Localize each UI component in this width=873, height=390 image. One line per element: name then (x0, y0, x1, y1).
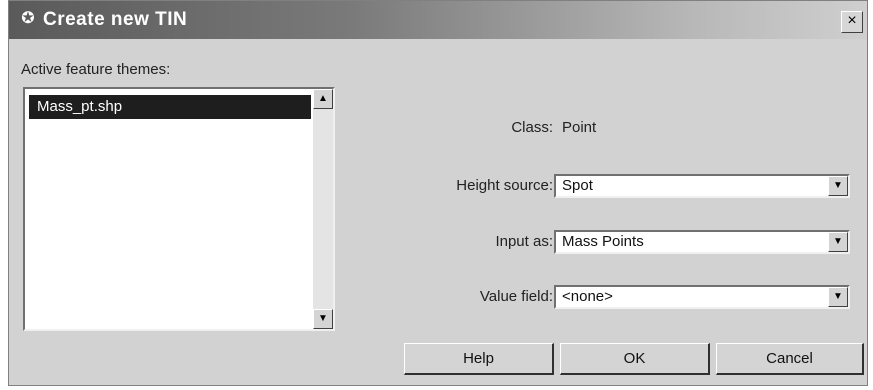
height-source-value: Spot (562, 177, 593, 194)
input-as-label: Input as: (495, 233, 553, 250)
class-value: Point (562, 119, 597, 136)
dialog-title: Create new TIN (43, 9, 188, 30)
height-source-label: Height source: (456, 177, 553, 194)
list-item[interactable]: Mass_pt.shp (29, 95, 311, 119)
cancel-button[interactable]: Cancel (716, 343, 864, 375)
listbox-scrollbar[interactable]: ▲ ▼ (313, 89, 333, 329)
input-as-select[interactable]: Mass Points ▼ (554, 230, 850, 254)
class-label: Class: (511, 119, 553, 136)
chevron-down-icon: ▼ (833, 236, 843, 247)
chevron-down-icon: ▼ (833, 291, 843, 302)
close-icon: × (847, 12, 857, 29)
height-source-select[interactable]: Spot ▼ (554, 174, 850, 198)
create-tin-dialog: ✪ Create new TIN × Active feature themes… (8, 0, 868, 386)
value-field-label: Value field: (479, 288, 553, 305)
close-button[interactable]: × (841, 11, 863, 33)
active-themes-label: Active feature themes: (21, 61, 171, 78)
value-field-select[interactable]: <none> ▼ (554, 285, 850, 309)
scroll-down-button[interactable]: ▼ (313, 309, 333, 329)
value-field-value: <none> (562, 288, 613, 305)
value-field-dropdown-button[interactable]: ▼ (828, 287, 848, 307)
scroll-up-button[interactable]: ▲ (313, 89, 333, 109)
input-as-dropdown-button[interactable]: ▼ (828, 232, 848, 252)
themes-listbox[interactable]: Mass_pt.shp ▲ ▼ (23, 87, 335, 331)
help-button[interactable]: Help (404, 343, 554, 375)
arrow-up-icon: ▲ (318, 93, 328, 104)
height-source-dropdown-button[interactable]: ▼ (828, 176, 848, 196)
ok-button[interactable]: OK (560, 343, 710, 375)
arrow-down-icon: ▼ (318, 313, 328, 324)
title-bar[interactable]: ✪ Create new TIN × (9, 1, 867, 39)
tin-icon: ✪ (21, 10, 35, 27)
chevron-down-icon: ▼ (833, 180, 843, 191)
input-as-value: Mass Points (562, 233, 644, 250)
